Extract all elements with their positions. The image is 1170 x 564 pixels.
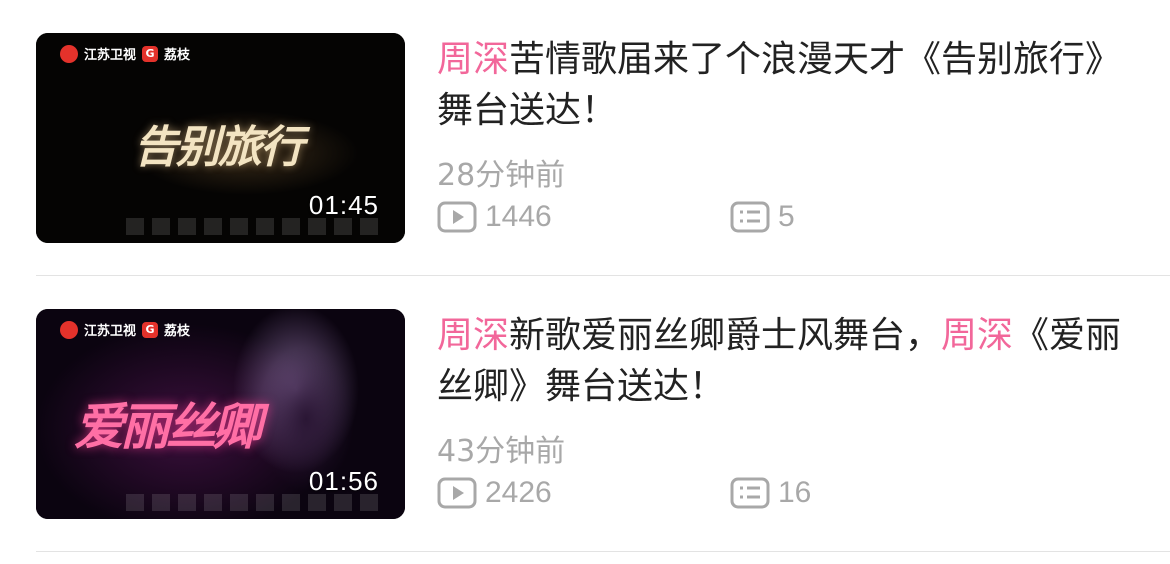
item-divider: [36, 551, 1170, 552]
video-stats: 1446 5: [437, 200, 1137, 240]
title-text: 苦情歌届来了个浪漫天才《告别旅行》舞台送达！: [437, 39, 1122, 131]
video-duration: 01:56: [308, 466, 379, 496]
comment-count-value: 5: [778, 200, 795, 233]
video-stats: 2426 16: [437, 476, 1137, 516]
video-list-item[interactable]: 江苏卫视 G 荔枝 爱丽丝卿 01:56 周深新歌爱丽丝卿爵士风舞台，周深《爱丽…: [0, 276, 1170, 552]
title-highlight: 周深: [941, 315, 1014, 356]
published-time: 43分钟前: [437, 434, 566, 469]
lizhi-app-logo-icon: G: [142, 45, 159, 62]
title-highlight: 周深: [437, 315, 510, 356]
published-time: 28分钟前: [437, 158, 566, 193]
title-highlight: 周深: [437, 39, 510, 80]
play-count: 1446: [437, 200, 552, 234]
jiangsu-tv-logo-icon: [60, 320, 78, 339]
comment-count-value: 16: [778, 476, 812, 509]
play-count: 2426: [437, 476, 552, 510]
channel-logos: 江苏卫视 G 荔枝: [60, 320, 190, 339]
app-logo-text: 荔枝: [164, 324, 191, 339]
video-title[interactable]: 周深新歌爱丽丝卿爵士风舞台，周深《爱丽丝卿》舞台送达！: [437, 310, 1137, 412]
jiangsu-tv-logo-icon: [60, 44, 78, 63]
app-logo-text: 荔枝: [164, 48, 191, 63]
video-duration: 01:45: [308, 190, 379, 220]
thumbnail-art-title: 爱丽丝卿: [74, 397, 262, 456]
channel-logos: 江苏卫视 G 荔枝: [60, 44, 190, 63]
play-count-value: 2426: [485, 476, 552, 509]
video-list-item[interactable]: 江苏卫视 G 荔枝 告别旅行 01:45 周深苦情歌届来了个浪漫天才《告别旅行》…: [0, 0, 1170, 276]
channel-logo-text: 江苏卫视: [84, 48, 137, 63]
channel-logo-text: 江苏卫视: [84, 324, 137, 339]
play-count-icon: [437, 477, 477, 509]
title-text: 新歌爱丽丝卿爵士风舞台，: [509, 315, 942, 356]
video-thumbnail[interactable]: 江苏卫视 G 荔枝 爱丽丝卿 01:56: [36, 309, 405, 519]
video-feed-list: 江苏卫视 G 荔枝 告别旅行 01:45 周深苦情歌届来了个浪漫天才《告别旅行》…: [0, 0, 1170, 564]
thumbnail-art-title: 告别旅行: [134, 122, 304, 173]
play-count-value: 1446: [485, 200, 552, 233]
comment-count[interactable]: 5: [730, 200, 795, 234]
video-title[interactable]: 周深苦情歌届来了个浪漫天才《告别旅行》舞台送达！: [437, 34, 1137, 136]
lizhi-app-logo-icon: G: [142, 321, 159, 338]
play-count-icon: [437, 201, 477, 233]
comment-count-icon: [730, 477, 770, 509]
comment-count[interactable]: 16: [730, 476, 811, 510]
comment-count-icon: [730, 201, 770, 233]
video-thumbnail[interactable]: 江苏卫视 G 荔枝 告别旅行 01:45: [36, 33, 405, 243]
